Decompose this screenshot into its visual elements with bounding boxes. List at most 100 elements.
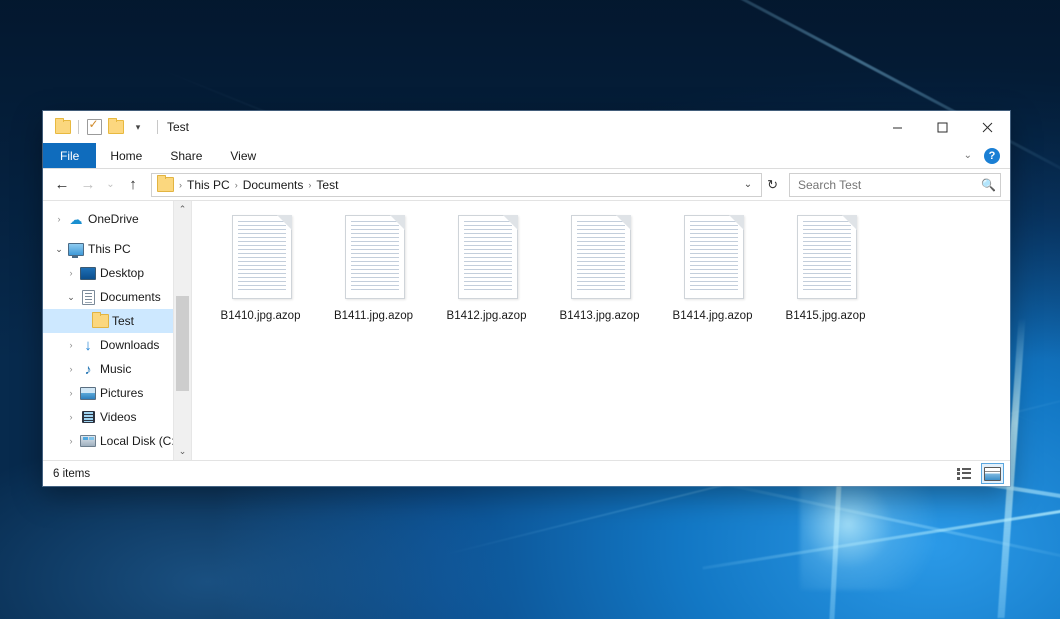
twisty-collapsed-icon[interactable]: › <box>63 365 79 374</box>
sidebar-item-label: This PC <box>85 242 131 256</box>
qat-separator <box>78 120 79 134</box>
sidebar-item-label: Local Disk (C:) <box>97 434 179 448</box>
file-list-view[interactable]: B1410.jpg.azop B1411.jpg.azop B1412.jpg.… <box>192 201 1010 460</box>
sidebar-item-test[interactable]: Test <box>43 309 191 333</box>
sidebar-item-onedrive[interactable]: › ☁ OneDrive <box>43 207 191 231</box>
twisty-collapsed-icon[interactable]: › <box>63 389 79 398</box>
forward-button[interactable]: → <box>75 173 101 197</box>
desktop-background: ▾ Test File Home Share View <box>0 0 1060 619</box>
window-controls <box>875 111 1010 143</box>
file-explorer-window: ▾ Test File Home Share View <box>43 111 1010 486</box>
qat-folder-icon[interactable] <box>52 116 74 138</box>
file-name: B1414.jpg.azop <box>673 309 753 323</box>
large-icons-view-icon <box>984 467 1001 481</box>
address-history-chevron-down-icon[interactable]: ⌄ <box>737 179 759 190</box>
tab-view[interactable]: View <box>216 143 270 168</box>
desktop-icon <box>79 267 97 280</box>
file-item[interactable]: B1413.jpg.azop <box>543 215 656 333</box>
generic-document-icon <box>565 215 635 303</box>
generic-document-icon <box>226 215 296 303</box>
downloads-icon: ↓ <box>79 338 97 353</box>
breadcrumb-test[interactable]: Test <box>313 178 341 192</box>
qat-properties-icon[interactable] <box>83 116 105 138</box>
back-button[interactable]: ← <box>49 173 75 197</box>
minimize-icon <box>892 122 903 133</box>
sidebar-item-documents[interactable]: ⌄ Documents <box>43 285 191 309</box>
breadcrumb-separator: › <box>306 180 313 190</box>
twisty-expanded-icon[interactable]: ⌄ <box>51 245 67 254</box>
breadcrumb-this-pc[interactable]: This PC <box>184 178 233 192</box>
tab-home[interactable]: Home <box>96 143 156 168</box>
close-button[interactable] <box>965 111 1010 143</box>
file-item[interactable]: B1415.jpg.azop <box>769 215 882 333</box>
breadcrumb-separator: › <box>177 180 184 190</box>
navigation-pane-scrollbar[interactable]: ⌃ ⌄ <box>173 201 191 460</box>
file-item[interactable]: B1411.jpg.azop <box>317 215 430 333</box>
file-item[interactable]: B1412.jpg.azop <box>430 215 543 333</box>
twisty-collapsed-icon[interactable]: › <box>63 341 79 350</box>
help-icon[interactable]: ? <box>984 148 1000 164</box>
onedrive-icon: ☁ <box>67 213 85 226</box>
file-name: B1410.jpg.azop <box>221 309 301 323</box>
sidebar-item-desktop[interactable]: › Desktop <box>43 261 191 285</box>
qat-customize-chevron-down-icon[interactable]: ▾ <box>127 116 149 138</box>
twisty-collapsed-icon[interactable]: › <box>63 269 79 278</box>
twisty-collapsed-icon[interactable]: › <box>51 215 67 224</box>
folder-icon <box>91 314 109 328</box>
refresh-icon[interactable]: ↻ <box>762 177 783 193</box>
sidebar-item-label: Test <box>109 314 134 328</box>
file-name: B1412.jpg.azop <box>447 309 527 323</box>
sidebar-item-downloads[interactable]: › ↓ Downloads <box>43 333 191 357</box>
sidebar-item-pictures[interactable]: › Pictures <box>43 381 191 405</box>
recent-locations-chevron-down-icon[interactable]: ⌄ <box>101 173 120 197</box>
twisty-expanded-icon[interactable]: ⌄ <box>63 293 79 302</box>
file-item[interactable]: B1410.jpg.azop <box>204 215 317 333</box>
large-icons-view-button[interactable] <box>981 463 1004 484</box>
twisty-collapsed-icon[interactable]: › <box>63 413 79 422</box>
details-view-button[interactable] <box>953 463 976 484</box>
scroll-down-icon[interactable]: ⌄ <box>174 443 191 460</box>
qat-new-folder-icon[interactable] <box>105 116 127 138</box>
twisty-collapsed-icon[interactable]: › <box>63 437 79 446</box>
search-icon[interactable]: 🔍 <box>981 178 996 192</box>
folder-tree: › ☁ OneDrive ⌄ This PC › Desktop <box>43 201 191 453</box>
minimize-button[interactable] <box>875 111 920 143</box>
sidebar-item-label: Desktop <box>97 266 144 280</box>
ribbon-right-controls: ⌄ ? <box>958 143 1006 168</box>
documents-icon <box>79 290 97 305</box>
scroll-up-icon[interactable]: ⌃ <box>174 201 191 218</box>
sidebar-item-label: OneDrive <box>85 212 139 226</box>
wallpaper-glow <box>800 470 960 590</box>
sidebar-item-videos[interactable]: › Videos <box>43 405 191 429</box>
this-pc-icon <box>67 243 85 256</box>
status-bar: 6 items <box>43 460 1010 486</box>
sidebar-item-music[interactable]: › ♪ Music <box>43 357 191 381</box>
file-item[interactable]: B1414.jpg.azop <box>656 215 769 333</box>
sidebar-item-label: Pictures <box>97 386 143 400</box>
generic-document-icon <box>339 215 409 303</box>
view-mode-buttons <box>953 463 1004 484</box>
up-button[interactable]: ↑ <box>120 173 146 197</box>
address-bar-right: ⌄ <box>737 179 759 190</box>
tab-share[interactable]: Share <box>156 143 216 168</box>
ribbon-expand-chevron-down-icon[interactable]: ⌄ <box>958 150 978 161</box>
sidebar-item-label: Documents <box>97 290 161 304</box>
scrollbar-thumb[interactable] <box>176 296 189 391</box>
search-box[interactable]: 🔍 <box>789 173 1001 197</box>
ribbon-tab-bar: File Home Share View ⌄ ? <box>43 143 1010 169</box>
search-input[interactable] <box>796 177 981 193</box>
maximize-icon <box>937 122 948 133</box>
sidebar-item-label: Videos <box>97 410 136 424</box>
breadcrumb-documents[interactable]: Documents <box>240 178 307 192</box>
sidebar-item-label: Music <box>97 362 131 376</box>
sidebar-item-local-disk-c[interactable]: › Local Disk (C:) <box>43 429 191 453</box>
breadcrumb-separator: › <box>233 180 240 190</box>
address-bar-row: ← → ⌄ ↑ › This PC › Documents › Test ⌄ ↻… <box>43 169 1010 200</box>
maximize-button[interactable] <box>920 111 965 143</box>
file-name: B1415.jpg.azop <box>786 309 866 323</box>
sidebar-item-this-pc[interactable]: ⌄ This PC <box>43 237 191 261</box>
generic-document-icon <box>791 215 861 303</box>
tab-file[interactable]: File <box>43 143 96 168</box>
address-bar[interactable]: › This PC › Documents › Test ⌄ <box>151 173 762 197</box>
music-icon: ♪ <box>79 362 97 376</box>
